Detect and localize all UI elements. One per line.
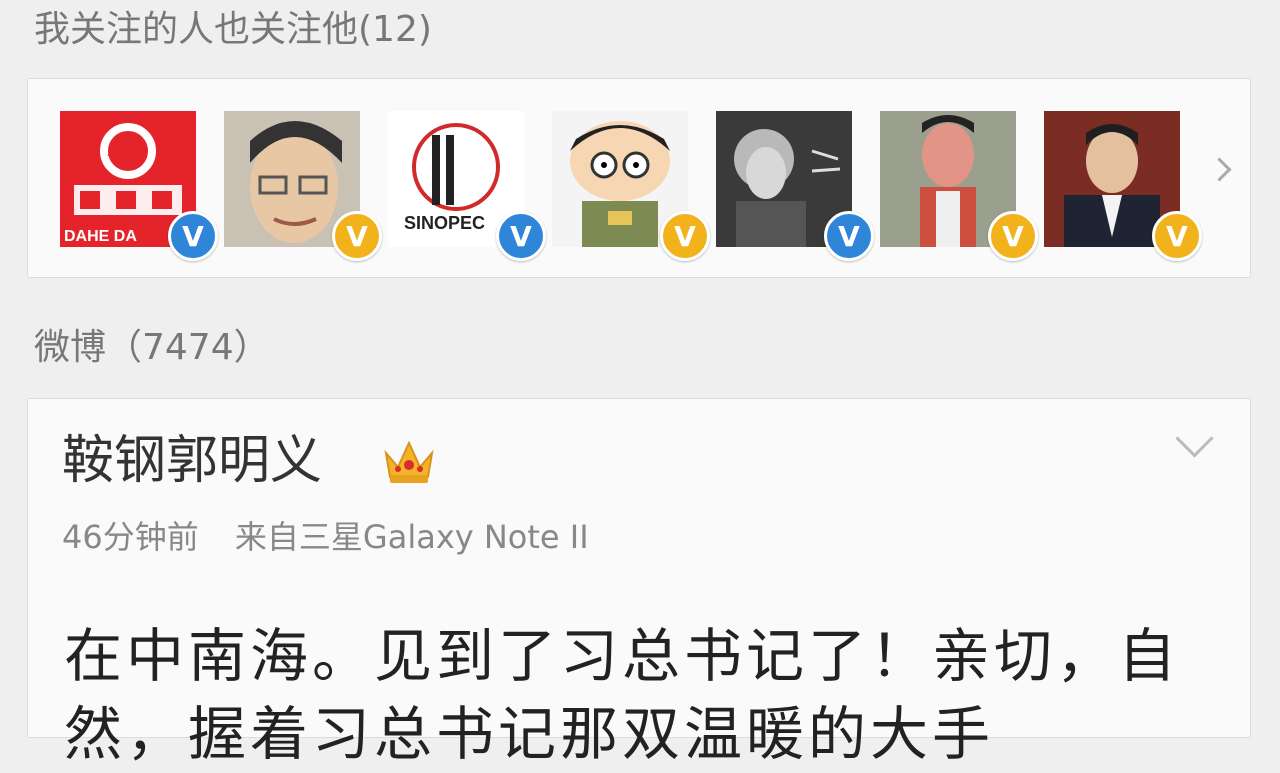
verified-badge-icon: V — [332, 211, 382, 261]
mutual-follow-card: DAHE DA V V SINOPEC V V V V V — [27, 78, 1251, 278]
verified-badge-icon: V — [660, 211, 710, 261]
mutual-follow-title: 我关注的人也关注他(12) — [34, 9, 432, 50]
user-avatar-2[interactable]: V — [224, 111, 382, 261]
weibo-count-title: 微博（7474） — [34, 327, 270, 368]
user-avatar-1[interactable]: DAHE DA V — [60, 111, 218, 261]
post-time: 46分钟前 — [62, 518, 199, 556]
avatar-list: DAHE DA V V SINOPEC V V V V V — [60, 111, 1208, 261]
verified-badge-icon: V — [496, 211, 546, 261]
post-source: 来自三星Galaxy Note II — [234, 518, 589, 556]
post-content: 在中南海。见到了习总书记了！亲切，自然，握着习总书记那双温暖的大手 — [64, 622, 1181, 768]
user-avatar-5[interactable]: V — [716, 111, 874, 261]
weibo-post-card[interactable]: 鞍钢郭明义 46分钟前 来自三星Galaxy Note II 在中南海。见到了习… — [27, 398, 1251, 768]
user-avatar-6[interactable]: V — [880, 111, 1038, 261]
chevron-down-icon[interactable] — [1175, 419, 1214, 458]
user-avatar-4[interactable]: V — [552, 111, 710, 261]
avatar-logo-text: DAHE DA — [64, 228, 137, 245]
user-avatar-3[interactable]: SINOPEC V — [388, 111, 546, 261]
verified-badge-icon: V — [168, 211, 218, 261]
verified-badge-icon: V — [988, 211, 1038, 261]
verified-badge-icon: V — [1152, 211, 1202, 261]
avatar-logo-text: SINOPEC — [404, 213, 485, 233]
post-author-name[interactable]: 鞍钢郭明义 — [62, 435, 322, 487]
crown-icon — [384, 440, 434, 483]
verified-badge-icon: V — [824, 211, 874, 261]
post-meta: 46分钟前 来自三星Galaxy Note II — [62, 521, 589, 553]
chevron-right-icon[interactable] — [1207, 157, 1232, 182]
user-avatar-7[interactable]: V — [1044, 111, 1202, 261]
